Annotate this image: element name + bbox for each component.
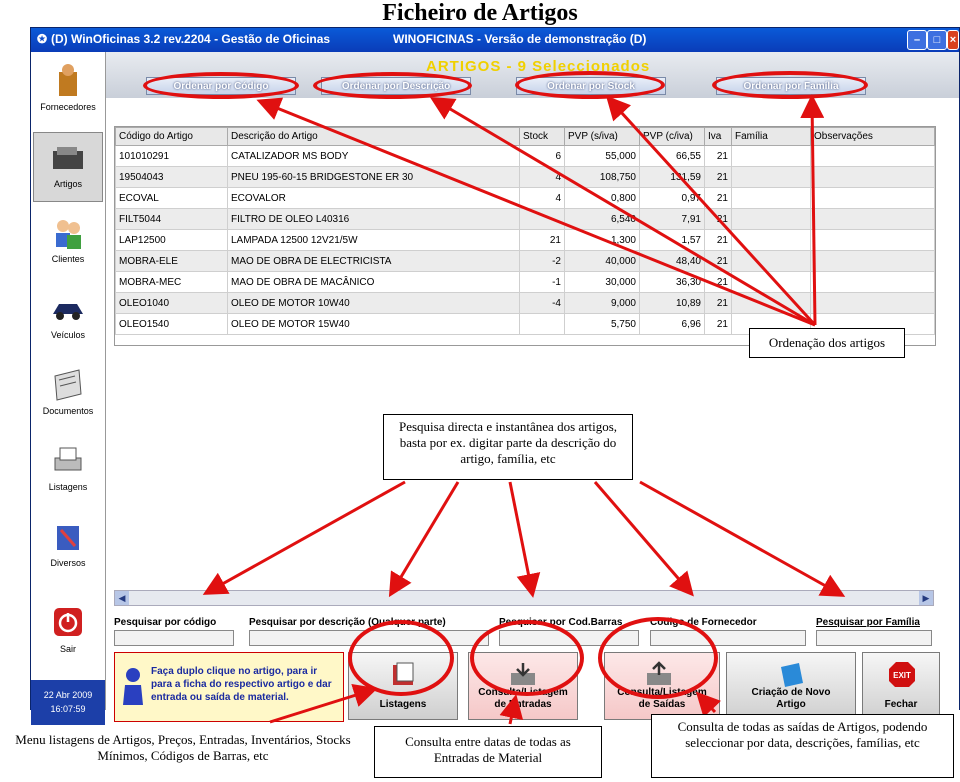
annotation-menu-listagens: Menu listagens de Artigos, Preços, Entra… xyxy=(0,725,366,775)
annotation-ordenacao: Ordenação dos artigos xyxy=(749,328,905,358)
annotation-arrows xyxy=(202,94,846,725)
annotation-consulta-entradas: Consulta entre datas de todas as Entrada… xyxy=(374,726,602,778)
annotation-consulta-saidas: Consulta de todas as saídas de Artigos, … xyxy=(651,714,954,778)
annotation-pesquisa: Pesquisa directa e instantânea dos artig… xyxy=(383,414,633,480)
